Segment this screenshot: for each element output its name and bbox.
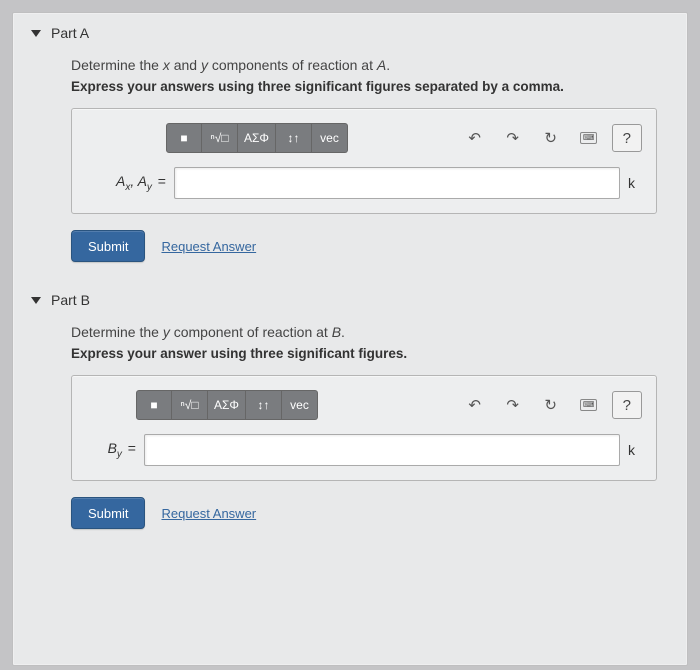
reset-button[interactable]: ↻ [536,123,566,153]
part-a-actions: Submit Request Answer [71,230,657,262]
scripts-button[interactable]: ↕↑ [276,123,312,153]
undo-button[interactable]: ↶ [460,123,490,153]
equation-toolbar-a: ■ ⁿ√□ ΑΣΦ ↕↑ vec ↶ ↷ ↻ ⌨ ? [166,123,642,153]
help-button[interactable]: ? [612,124,642,152]
templates-button[interactable]: ■ [166,123,202,153]
part-a-instruction: Express your answers using three signifi… [71,79,657,94]
submit-button-a[interactable]: Submit [71,230,145,262]
part-b-body: Determine the y component of reaction at… [13,314,687,547]
request-answer-link-b[interactable]: Request Answer [161,506,256,521]
root-button[interactable]: ⁿ√□ [172,390,208,420]
part-a-answer-input[interactable] [174,167,620,199]
part-a-prompt: Determine the x and y components of reac… [71,57,657,73]
scripts-button[interactable]: ↕↑ [246,390,282,420]
part-a-answer-box: ■ ⁿ√□ ΑΣΦ ↕↑ vec ↶ ↷ ↻ ⌨ ? [71,108,657,214]
part-a-title: Part A [51,25,89,41]
part-b-var-label: By = [86,440,136,460]
redo-button[interactable]: ↷ [498,123,528,153]
keyboard-icon[interactable]: ⌨ [574,123,604,153]
vec-button[interactable]: vec [312,123,348,153]
part-b-actions: Submit Request Answer [71,497,657,529]
vec-button[interactable]: vec [282,390,318,420]
part-b-answer-box: ■ ⁿ√□ ΑΣΦ ↕↑ vec ↶ ↷ ↻ ⌨ ? [71,375,657,481]
problem-panel: Part A Determine the x and y components … [12,12,688,666]
part-b-instruction: Express your answer using three signific… [71,346,657,361]
greek-button[interactable]: ΑΣΦ [238,123,276,153]
part-b-answer-input[interactable] [144,434,620,466]
equation-toolbar-b: ■ ⁿ√□ ΑΣΦ ↕↑ vec ↶ ↷ ↻ ⌨ ? [136,390,642,420]
part-a: Part A Determine the x and y components … [13,13,687,280]
request-answer-link-a[interactable]: Request Answer [161,239,256,254]
part-a-body: Determine the x and y components of reac… [13,47,687,280]
part-b-unit: k [628,442,642,458]
undo-button[interactable]: ↶ [460,390,490,420]
caret-down-icon [31,297,41,304]
part-b-title: Part B [51,292,90,308]
caret-down-icon [31,30,41,37]
reset-button[interactable]: ↻ [536,390,566,420]
help-button[interactable]: ? [612,391,642,419]
part-a-var-label: Ax, Ay = [86,173,166,193]
keyboard-icon[interactable]: ⌨ [574,390,604,420]
part-b-header[interactable]: Part B [13,280,687,314]
part-a-unit: k [628,175,642,191]
part-a-input-row: Ax, Ay = k [86,167,642,199]
root-button[interactable]: ⁿ√□ [202,123,238,153]
part-b: Part B Determine the y component of reac… [13,280,687,547]
submit-button-b[interactable]: Submit [71,497,145,529]
part-a-header[interactable]: Part A [13,13,687,47]
greek-button[interactable]: ΑΣΦ [208,390,246,420]
templates-button[interactable]: ■ [136,390,172,420]
part-b-prompt: Determine the y component of reaction at… [71,324,657,340]
part-b-input-row: By = k [86,434,642,466]
redo-button[interactable]: ↷ [498,390,528,420]
